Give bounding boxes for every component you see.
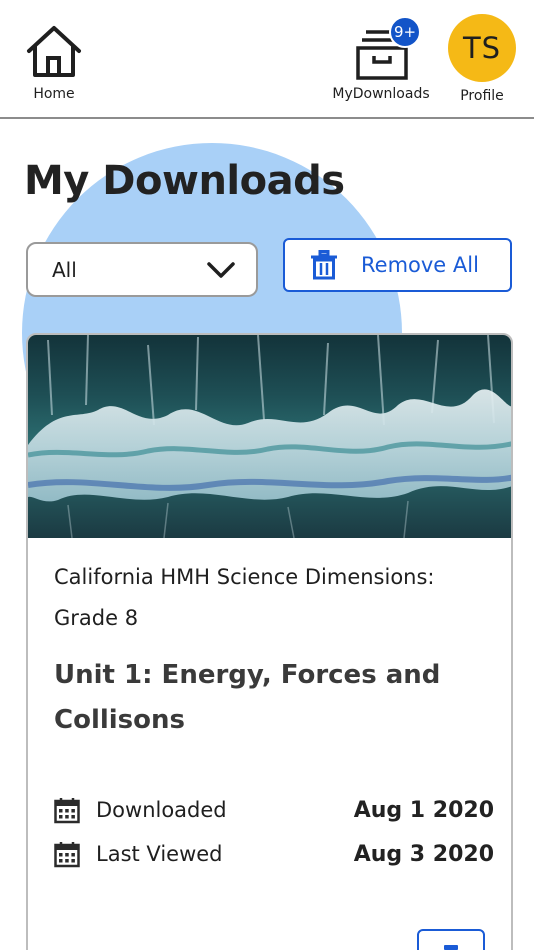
calendar-icon [54, 841, 80, 867]
downloaded-date: Aug 1 2020 [353, 797, 494, 823]
download-card[interactable]: California HMH Science Dimensions: Grade… [26, 333, 513, 950]
card-series-title: California HMH Science Dimensions: Grade… [54, 565, 435, 630]
chevron-down-icon [207, 261, 235, 278]
nav-my-downloads-label: MyDownloads [332, 86, 430, 102]
filter-selected-value: All [52, 257, 77, 282]
page-title: My Downloads [24, 158, 345, 204]
card-cover-image [28, 335, 511, 538]
archive-box-icon: 9+ [352, 16, 421, 80]
nav-profile-label: Profile [460, 88, 504, 104]
card-action-icon [444, 945, 458, 950]
downloads-count-badge: 9+ [389, 16, 421, 48]
nav-home-label: Home [33, 86, 75, 102]
downloaded-label: Downloaded [96, 798, 227, 822]
nav-my-downloads[interactable]: 9+ MyDownloads [328, 16, 434, 102]
last-viewed-row: Last Viewed Aug 3 2020 [54, 839, 494, 869]
home-icon [27, 26, 81, 77]
downloaded-row: Downloaded Aug 1 2020 [54, 795, 494, 825]
nav-profile[interactable]: TS Profile [446, 14, 518, 104]
remove-all-label: Remove All [361, 253, 479, 277]
card-action-button[interactable] [417, 929, 485, 950]
last-viewed-label: Last Viewed [96, 842, 223, 866]
avatar: TS [448, 14, 516, 82]
top-navigation: Home 9+ MyDownloads TS Profile [0, 0, 534, 119]
filter-dropdown[interactable]: All [26, 242, 258, 297]
card-unit-title: Unit 1: Energy, Forces and Collisons [54, 660, 441, 735]
last-viewed-date: Aug 3 2020 [353, 841, 494, 867]
calendar-icon [54, 797, 80, 823]
nav-home[interactable]: Home [24, 24, 84, 102]
remove-all-button[interactable]: Remove All [283, 238, 512, 292]
trash-icon [311, 250, 337, 280]
